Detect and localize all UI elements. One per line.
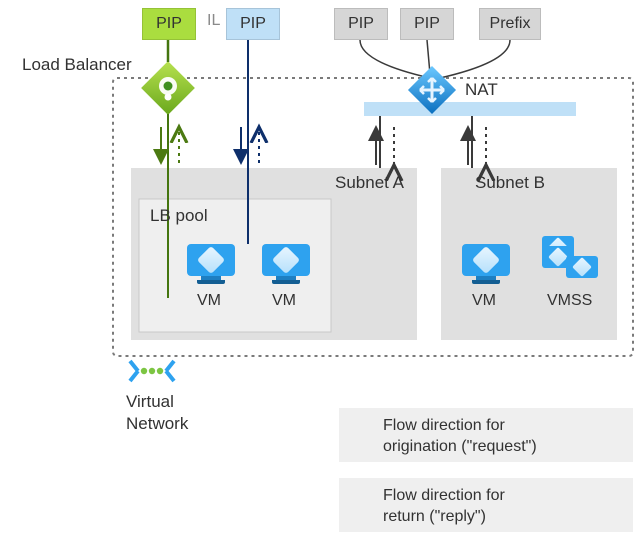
vm-icon-1 bbox=[187, 244, 235, 284]
vm-icon-2 bbox=[262, 244, 310, 284]
conn-prefix bbox=[440, 40, 510, 78]
prefix-box: Prefix bbox=[479, 8, 541, 40]
pip-box-gray-1: PIP bbox=[334, 8, 388, 40]
il-label: IL bbox=[207, 12, 220, 30]
vm-label-1: VM bbox=[197, 292, 221, 310]
vm-label-3: VM bbox=[472, 292, 496, 310]
legend-reply: Flow direction for return ("reply") bbox=[339, 478, 633, 532]
pip-box-blue: PIP bbox=[226, 8, 280, 40]
lb-label: Load Balancer bbox=[22, 55, 132, 75]
subnet-b-label: Subnet B bbox=[475, 173, 545, 193]
vm-label-2: VM bbox=[272, 292, 296, 310]
legend-request-text: Flow direction for origination ("request… bbox=[383, 415, 537, 457]
vmss-icon bbox=[542, 236, 596, 280]
pip-box-gray-2: PIP bbox=[400, 8, 454, 40]
conn-pip-gray1 bbox=[360, 40, 430, 78]
pip-box-green: PIP bbox=[142, 8, 196, 40]
nat-bar bbox=[364, 102, 576, 116]
nat-label: NAT bbox=[465, 80, 498, 100]
vm-icon-3 bbox=[462, 244, 510, 284]
vmss-label: VMSS bbox=[547, 292, 592, 310]
vnet-icon bbox=[130, 361, 174, 381]
legend-request: Flow direction for origination ("request… bbox=[339, 408, 633, 462]
vnet-label: Virtual Network bbox=[126, 391, 188, 435]
legend-reply-text: Flow direction for return ("reply") bbox=[383, 485, 505, 527]
subnet-a-label: Subnet A bbox=[335, 173, 404, 193]
lb-icon bbox=[141, 61, 195, 115]
lb-pool-label: LB pool bbox=[150, 206, 208, 226]
